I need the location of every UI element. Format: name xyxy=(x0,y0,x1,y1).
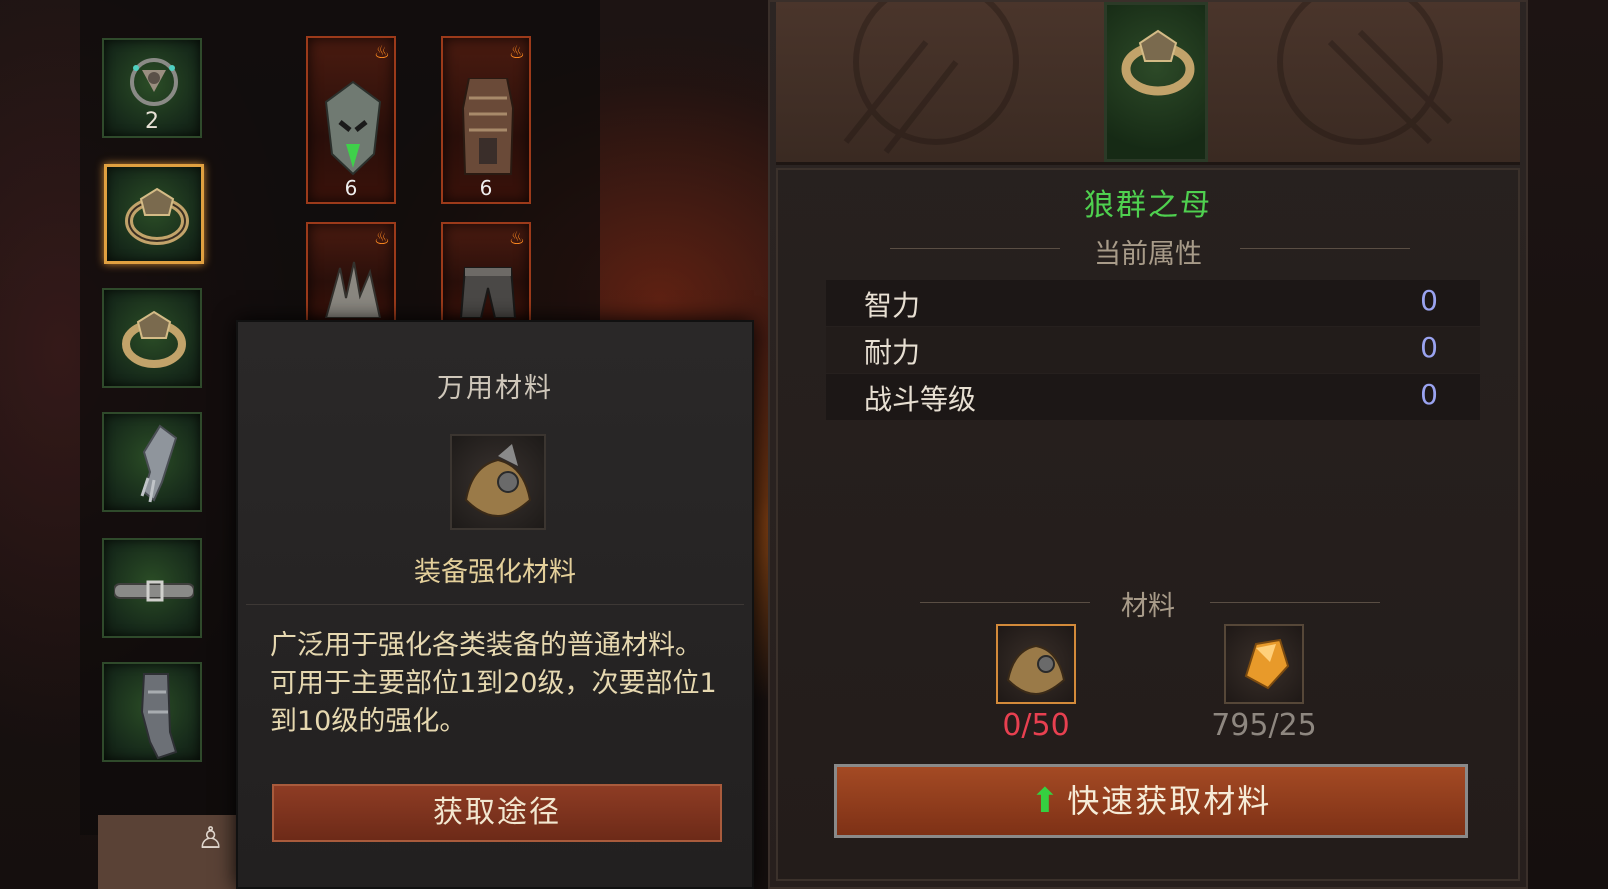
stat-value: 0 xyxy=(1420,378,1438,411)
stat-label: 智力 xyxy=(864,289,921,322)
gauntlet-icon xyxy=(140,424,178,503)
belt-icon xyxy=(114,580,194,602)
ring-icon xyxy=(125,187,189,245)
chest-armor-icon xyxy=(461,78,515,175)
equipment-card-helmet[interactable]: ♨ 6 xyxy=(306,36,396,204)
item-name: 装备强化材料 xyxy=(414,557,576,588)
slot-ring[interactable] xyxy=(102,288,202,388)
material-slot-amber[interactable] xyxy=(1224,624,1304,704)
stat-label: 战斗等级 xyxy=(864,383,977,416)
slot-belt[interactable] xyxy=(102,538,202,638)
slot-boots[interactable] xyxy=(102,662,202,762)
shoulder-icon xyxy=(324,261,382,318)
boots-icon xyxy=(140,673,178,760)
item-description: 广泛用于强化各类装备的普通材料。可用于主要部位1到20级，次要部位1到10级的强… xyxy=(270,630,717,737)
attributes-heading: 当前属性 xyxy=(1094,239,1202,270)
get-source-button[interactable]: 获取途径 xyxy=(272,784,722,842)
character-figure-tab[interactable]: ♙ xyxy=(98,815,238,889)
material-count-sufficient: 795/25 xyxy=(1211,708,1317,743)
rune-decoration xyxy=(843,2,1019,154)
stat-value: 0 xyxy=(1420,331,1438,364)
helmet-icon xyxy=(324,80,382,176)
amber-gem-icon xyxy=(1244,638,1290,690)
stat-value: 0 xyxy=(1420,284,1438,317)
slot-gauntlet[interactable] xyxy=(102,412,202,512)
slot-amulet[interactable]: 2 xyxy=(102,38,202,138)
equipment-card-chest[interactable]: ♨ 6 xyxy=(441,36,531,204)
material-armor-icon xyxy=(450,434,546,530)
quick-button-label: 快速获取材料 xyxy=(1067,782,1272,820)
fire-rune-icon: ♨ xyxy=(373,42,390,63)
pants-icon xyxy=(459,267,517,318)
character-figure-icon: ♙ xyxy=(197,821,224,856)
rune-decoration xyxy=(1277,2,1453,145)
up-arrow-icon: ⬆ xyxy=(1030,781,1062,821)
slot-ring-selected[interactable] xyxy=(104,164,204,264)
card-count: 6 xyxy=(344,176,358,200)
fire-rune-icon: ♨ xyxy=(508,228,525,249)
quick-get-materials-button[interactable]: ⬆ 快速获取材料 xyxy=(834,764,1468,838)
equipment-card-pants[interactable]: ♨ xyxy=(441,222,531,322)
selected-equipment-slot[interactable] xyxy=(1104,2,1208,162)
enhance-panel: 狼群之母 当前属性 智力 0 耐力 0 战斗等级 0 材料 0/50 795/2… xyxy=(768,0,1528,889)
ring-icon xyxy=(122,310,186,368)
material-armor-icon xyxy=(1006,644,1066,696)
materials-heading: 材料 xyxy=(1121,591,1175,622)
stat-label: 耐力 xyxy=(864,336,921,369)
tooltip-title: 万用材料 xyxy=(437,373,553,404)
material-slot-armor[interactable] xyxy=(996,624,1076,704)
card-count: 6 xyxy=(479,176,493,200)
divider xyxy=(246,604,744,605)
divider xyxy=(1210,602,1380,603)
fire-rune-icon: ♨ xyxy=(508,42,525,63)
amulet-icon xyxy=(130,58,178,106)
material-count-deficit: 0/50 xyxy=(1002,708,1070,743)
stat-row: 智力 0 xyxy=(826,280,1480,326)
hero-name: 狼群之母 xyxy=(1084,188,1212,223)
slot-count: 2 xyxy=(145,109,159,134)
stat-row: 耐力 0 xyxy=(826,327,1480,373)
divider xyxy=(1240,248,1410,249)
equipment-card-shoulder[interactable]: ♨ xyxy=(306,222,396,322)
stat-row: 战斗等级 0 xyxy=(826,374,1480,420)
fire-rune-icon: ♨ xyxy=(373,228,390,249)
material-tooltip: 万用材料 装备强化材料 广泛用于强化各类装备的普通材料。可用于主要部位1到20级… xyxy=(236,320,754,889)
panel-header xyxy=(776,2,1520,165)
ring-icon xyxy=(1121,29,1195,96)
